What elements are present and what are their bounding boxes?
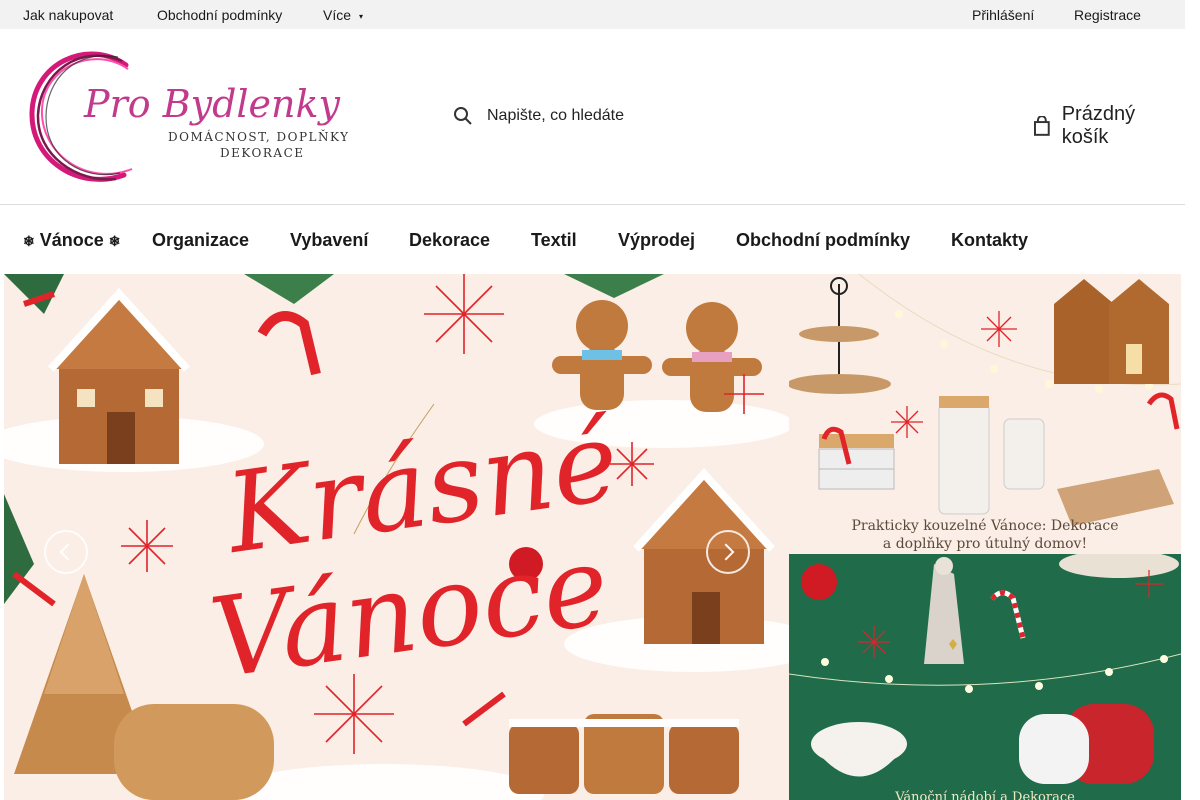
how-to-buy-link[interactable]: Jak nakupovat xyxy=(23,7,113,23)
nav-item-label: Vánoce xyxy=(39,230,104,250)
top-bar: Jak nakupovat Obchodní podmínky Více ▾ Př… xyxy=(0,0,1185,29)
nav-item-obchodni-podminky[interactable]: Obchodní podmínky xyxy=(736,230,910,251)
logo-subtitle-2: DEKORACE xyxy=(220,146,305,160)
search-box[interactable]: Napište, co hledáte xyxy=(453,103,624,129)
hero-banner-christmas[interactable]: Krásné Vánoce xyxy=(4,274,789,800)
promo-banner-art xyxy=(789,274,1181,526)
nav-item-vybaveni[interactable]: Vybavení xyxy=(290,230,368,251)
snowflake-icon: ❄ xyxy=(108,233,121,249)
snowflake-icon: ❄ xyxy=(23,233,35,249)
search-placeholder: Napište, co hledáte xyxy=(487,107,624,124)
more-label: Více xyxy=(323,7,352,23)
main-nav: ❄ Vánoce ❄ Organizace Vybavení Dekorace … xyxy=(0,206,1185,273)
slider-prev-button[interactable] xyxy=(44,530,88,574)
nav-item-vanoce[interactable]: ❄ Vánoce ❄ xyxy=(23,230,121,251)
hero-banner-art: Krásné Vánoce xyxy=(4,274,789,800)
more-menu[interactable]: Více ▾ xyxy=(323,7,363,23)
shopping-bag-icon xyxy=(1034,116,1050,136)
tableware-banner-art xyxy=(789,554,1181,784)
promo-banner-practical[interactable]: Prakticky kouzelné Vánoce: Dekorace a do… xyxy=(789,274,1181,554)
promo-caption-line2: a doplňky pro útulný domov! xyxy=(882,536,1088,552)
nav-item-dekorace[interactable]: Dekorace xyxy=(409,230,490,251)
promo-caption: Prakticky kouzelné Vánoce: Dekorace a do… xyxy=(789,517,1181,553)
login-link[interactable]: Přihlášení xyxy=(972,7,1034,23)
cart-label: Prázdný košík xyxy=(1061,103,1136,148)
terms-link[interactable]: Obchodní podmínky xyxy=(157,7,282,23)
promo-banner-tableware[interactable]: Vánoční nádobí a Dekorace xyxy=(789,554,1181,800)
chevron-down-icon: ▾ xyxy=(359,11,364,21)
logo-subtitle-1: DOMÁCNOST, DOPLŇKY & xyxy=(168,128,348,144)
nav-item-kontakty[interactable]: Kontakty xyxy=(951,230,1028,251)
register-link[interactable]: Registrace xyxy=(1074,7,1141,23)
promo-caption-line1: Prakticky kouzelné Vánoce: Dekorace xyxy=(851,518,1119,534)
slider-next-button[interactable] xyxy=(706,530,750,574)
nav-item-vyprodej[interactable]: Výprodej xyxy=(618,230,695,251)
logo[interactable]: Pro Bydlenky DOMÁCNOST, DOPLŇKY & DEKORA… xyxy=(28,43,366,187)
cart-button[interactable]: Prázdný košík xyxy=(1034,103,1185,149)
header: Pro Bydlenky DOMÁCNOST, DOPLŇKY & DEKORA… xyxy=(0,29,1185,205)
tableware-caption: Vánoční nádobí a Dekorace xyxy=(895,790,1075,800)
nav-item-textil[interactable]: Textil xyxy=(531,230,577,251)
logo-title: Pro Bydlenky xyxy=(83,82,341,126)
nav-item-organizace[interactable]: Organizace xyxy=(152,230,249,251)
search-icon xyxy=(454,107,472,125)
